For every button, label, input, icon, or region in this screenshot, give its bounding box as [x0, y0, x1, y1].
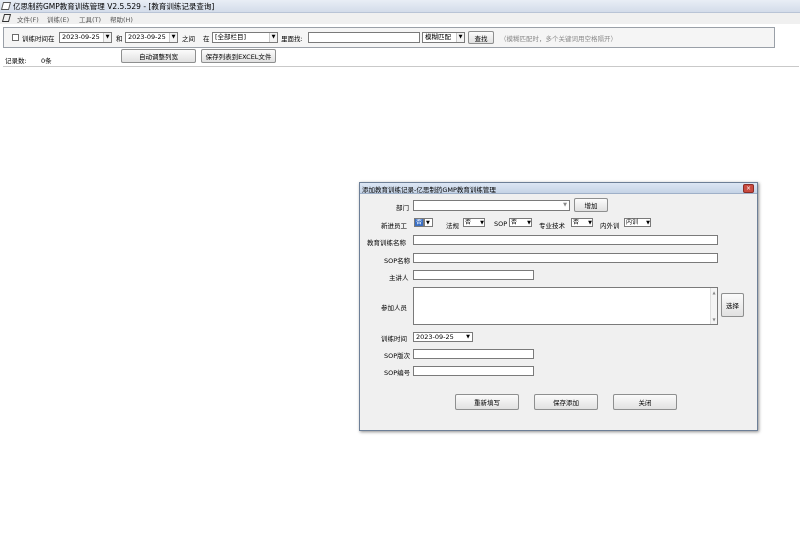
chevron-down-icon[interactable]: ▼ — [169, 33, 177, 42]
date-from-picker[interactable]: 2023-09-25 ▼ — [59, 32, 112, 43]
match-select[interactable]: 模糊匹配 ▼ — [422, 32, 465, 43]
add-record-dialog: 添加教育训练记录-亿思制药GMP教育训练管理 × 部门 ▼ 增加 新进员工 否 … — [359, 182, 758, 431]
chevron-down-icon: ▼ — [527, 220, 531, 226]
search-hint: （模糊匹配时，多个关键词用空格隔开） — [500, 35, 617, 43]
training-time-value: 2023-09-25 — [416, 333, 454, 341]
record-count-label: 记录数: — [5, 57, 27, 65]
date-to-picker[interactable]: 2023-09-25 ▼ — [125, 32, 178, 43]
menu-bar: 文件(F) 训练(E) 工具(T) 帮助(H) — [0, 13, 800, 24]
chevron-down-icon: ▼ — [588, 220, 592, 226]
search-button[interactable]: 查找 — [468, 31, 494, 44]
between-label: 之间 — [182, 35, 195, 43]
new-employee-select[interactable]: 否 — [414, 218, 424, 227]
chevron-down-icon[interactable]: ▼ — [456, 33, 464, 42]
chevron-down-icon[interactable]: ▼ — [269, 33, 277, 42]
dialog-title: 添加教育训练记录-亿思制药GMP教育训练管理 — [362, 186, 496, 194]
dept-label: 部门 — [396, 204, 409, 212]
tech-label: 专业技术 — [539, 222, 565, 230]
sop-name-input[interactable] — [413, 253, 718, 263]
chevron-down-icon[interactable]: ▼ — [103, 33, 111, 42]
date-to-value: 2023-09-25 — [128, 33, 166, 41]
training-time-label: 训练时间 — [381, 335, 407, 343]
save-add-button[interactable]: 保存添加 — [534, 394, 598, 410]
participants-label: 参加人员 — [381, 304, 407, 312]
lecturer-label: 主讲人 — [389, 274, 409, 282]
sop-name-label: SOP名称 — [384, 257, 411, 265]
in-label: 在 — [203, 35, 210, 43]
field-select[interactable]: [全部栏目] ▼ — [212, 32, 278, 43]
filter-panel: 训练时间在 2023-09-25 ▼ 和 2023-09-25 ▼ 之间 在 [… — [3, 27, 775, 48]
sop-label: SOP — [494, 220, 508, 228]
mdi-icon — [1, 14, 12, 22]
search-label: 里面找: — [281, 35, 303, 43]
scroll-down-icon[interactable]: ▼ — [711, 315, 717, 324]
scrollbar[interactable]: ▲ ▼ — [710, 288, 717, 324]
window-title: 亿思制药GMP教育训练管理 V2.5.529 - [教育训练记录查询] — [13, 2, 215, 11]
training-name-input[interactable] — [413, 235, 718, 245]
title-bar: 亿思制药GMP教育训练管理 V2.5.529 - [教育训练记录查询] — [0, 0, 800, 13]
date-from-value: 2023-09-25 — [62, 33, 100, 41]
scroll-up-icon[interactable]: ▲ — [711, 288, 717, 297]
chevron-down-icon: ▼ — [480, 220, 484, 226]
menu-tools[interactable]: 工具(T) — [79, 14, 101, 24]
app-icon — [0, 2, 12, 10]
training-name-label: 教育训练名称 — [367, 239, 406, 247]
reset-button[interactable]: 重新填写 — [455, 394, 519, 410]
menu-help[interactable]: 帮助(H) — [110, 14, 133, 24]
match-select-value: 模糊匹配 — [425, 33, 451, 41]
menu-file[interactable]: 文件(F) — [17, 14, 39, 24]
chevron-down-icon: ▼ — [646, 220, 650, 226]
dept-select[interactable]: ▼ — [413, 200, 570, 211]
tech-select[interactable]: 否 ▼ — [571, 218, 593, 227]
new-employee-arrow[interactable]: ▼ — [424, 218, 433, 227]
inout-label: 内外训 — [600, 222, 620, 230]
time-filter-label: 训练时间在 — [22, 35, 55, 43]
chevron-down-icon[interactable]: ▼ — [561, 201, 569, 210]
auto-width-button[interactable]: 自动调整列宽 — [121, 49, 196, 63]
search-input[interactable] — [308, 32, 420, 43]
select-participants-button[interactable]: 选择 — [721, 293, 744, 317]
new-employee-label: 新进员工 — [381, 222, 407, 230]
field-select-value: [全部栏目] — [215, 33, 247, 41]
sop-number-input[interactable] — [413, 366, 534, 376]
inout-select[interactable]: 内训 ▼ — [624, 218, 651, 227]
sop-version-input[interactable] — [413, 349, 534, 359]
export-excel-button[interactable]: 保存列表到EXCEL文件 — [201, 49, 276, 63]
regulation-label: 法规 — [446, 222, 459, 230]
close-button[interactable]: 关闭 — [613, 394, 677, 410]
time-filter-checkbox[interactable] — [12, 34, 19, 41]
add-dept-button[interactable]: 增加 — [574, 198, 608, 212]
menu-training[interactable]: 训练(E) — [47, 14, 69, 24]
dialog-title-bar: 添加教育训练记录-亿思制药GMP教育训练管理 × — [360, 183, 757, 194]
participants-textarea[interactable]: ▲ ▼ — [413, 287, 718, 325]
chevron-down-icon[interactable]: ▼ — [464, 333, 472, 341]
lecturer-input[interactable] — [413, 270, 534, 280]
sop-select[interactable]: 否 ▼ — [509, 218, 532, 227]
regulation-select[interactable]: 否 ▼ — [463, 218, 485, 227]
sop-version-label: SOP版次 — [384, 352, 411, 360]
close-icon[interactable]: × — [743, 184, 754, 193]
training-time-picker[interactable]: 2023-09-25 ▼ — [413, 332, 473, 342]
sop-number-label: SOP编号 — [384, 369, 411, 377]
record-count-value: 0条 — [41, 57, 52, 65]
and-label: 和 — [116, 35, 123, 43]
